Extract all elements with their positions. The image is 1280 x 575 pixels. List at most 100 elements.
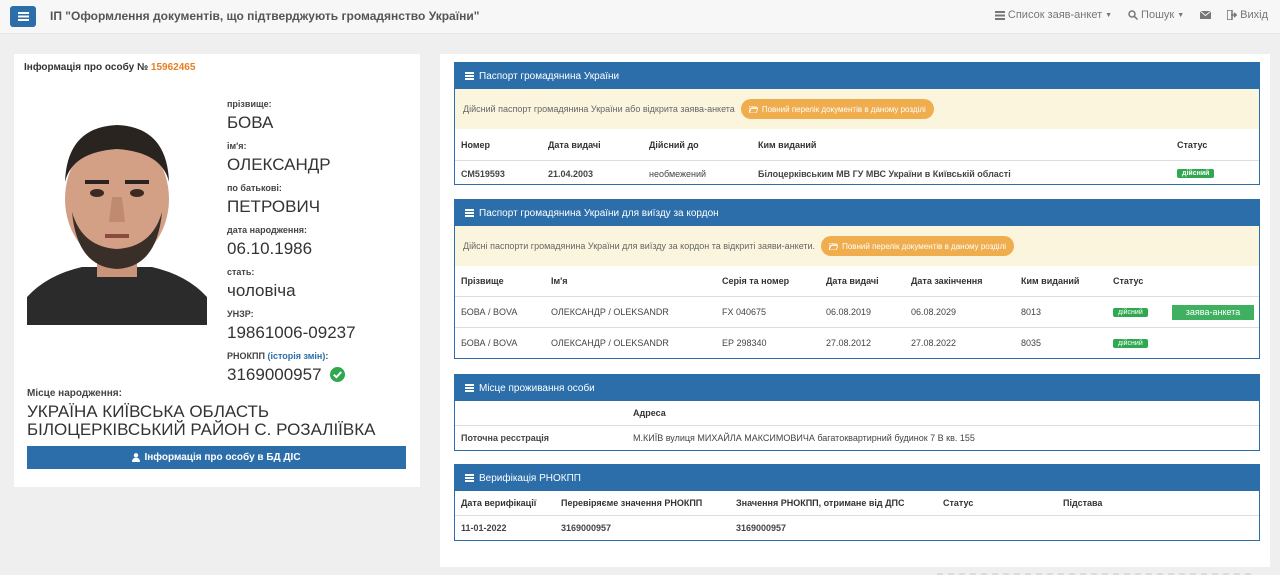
verification-panel-header: Верифікація РНОКПП bbox=[455, 465, 1259, 491]
envelope-icon bbox=[1200, 11, 1212, 19]
residence-panel-header: Місце проживання особи bbox=[455, 375, 1259, 401]
rnokpp-value: 3169000957 bbox=[227, 365, 322, 384]
dis-info-button[interactable]: Інформація про особу в БД ДІС bbox=[27, 446, 406, 469]
user-icon bbox=[132, 453, 141, 462]
cell-surname: БОВА / BOVA bbox=[461, 307, 518, 317]
col-status: Статус bbox=[1177, 139, 1208, 150]
residence-table-header: Адреса bbox=[455, 401, 1259, 426]
col-expiry-date: Дата закінчення bbox=[911, 276, 983, 286]
nav-logout-label: Вихід bbox=[1240, 9, 1268, 21]
nav-applications-dropdown[interactable]: Список заяв-анкет ▼ bbox=[994, 9, 1112, 21]
surname-value: БОВА bbox=[227, 113, 274, 132]
col-name: Ім'я bbox=[551, 276, 568, 286]
folder-open-icon bbox=[829, 242, 839, 250]
rnokpp-history-link[interactable]: (історія змін) bbox=[267, 351, 325, 361]
cell-valid-until: необмежений bbox=[649, 168, 707, 179]
col-issued-by: Ким виданий bbox=[758, 139, 817, 150]
col-dps-value: Значення РНОКПП, отримане від ДПС bbox=[736, 498, 905, 508]
cell-issued-by: 8013 bbox=[1021, 307, 1042, 317]
table-row: СМ519593 21.04.2003 необмежений Білоцерк… bbox=[455, 161, 1259, 186]
cell-name: ОЛЕКСАНДР / OLEKSANDR bbox=[551, 338, 669, 348]
cell-number: СМ519593 bbox=[461, 168, 505, 179]
passport-panel-header: Паспорт громадянина України bbox=[455, 63, 1259, 89]
passport-panel: Паспорт громадянина України Дійсний пасп… bbox=[454, 62, 1260, 185]
status-badge: дійсний bbox=[1113, 338, 1148, 348]
cell-issued-by: 8035 bbox=[1021, 338, 1042, 348]
status-badge: дійсний bbox=[1113, 307, 1148, 317]
foreign-passport-panel-header: Паспорт громадянина України для виїзду з… bbox=[455, 200, 1259, 226]
passport-notice: Дійсний паспорт громадянина України або … bbox=[455, 89, 1259, 129]
surname-label: прізвище: bbox=[227, 99, 272, 109]
col-status: Статус bbox=[1113, 276, 1144, 286]
list-icon bbox=[994, 10, 1005, 20]
cell-issued-by: Білоцерківським МВ ГУ МВС України в Київ… bbox=[758, 168, 1011, 179]
foreign-passport-notice: Дійсні паспорти громадянина України для … bbox=[455, 226, 1259, 266]
person-card: Інформація про особу № 15962465 прізвище… bbox=[14, 54, 420, 487]
col-checked-value: Перевіряєме значення РНОКПП bbox=[561, 498, 703, 508]
passport-docs-button[interactable]: Повний перелік документів в даному розді… bbox=[740, 99, 934, 119]
list-icon bbox=[465, 474, 474, 482]
logout-icon bbox=[1227, 10, 1238, 20]
passport-docs-button-label: Повний перелік документів в даному розді… bbox=[761, 104, 926, 114]
person-number: 15962465 bbox=[150, 62, 196, 73]
verification-panel-title: Верифікація РНОКПП bbox=[479, 472, 581, 484]
cell-issue-date: 21.04.2003 bbox=[548, 168, 594, 179]
unzr-value: 19861006-09237 bbox=[227, 323, 356, 342]
foreign-passport-table-header: Прізвище Ім'я Серія та номер Дата видачі… bbox=[455, 266, 1259, 297]
col-surname: Прізвище bbox=[461, 276, 504, 286]
nav-logout[interactable]: Вихід bbox=[1227, 9, 1268, 21]
col-issue-date: Дата видачі bbox=[826, 276, 879, 286]
patronymic-value: ПЕТРОВИЧ bbox=[227, 197, 321, 216]
list-icon bbox=[465, 72, 474, 80]
sex-label: стать: bbox=[227, 267, 255, 277]
birthdate-value: 06.10.1986 bbox=[227, 239, 313, 258]
cell-address: М.КИЇВ вулиця МИХАЙЛА МАКСИМОВИЧА багато… bbox=[633, 433, 975, 443]
residence-panel: Місце проживання особи Адреса Поточна ре… bbox=[454, 374, 1260, 451]
cell-status: дійсний bbox=[1113, 297, 1148, 327]
menu-toggle-button[interactable] bbox=[10, 6, 36, 27]
birthplace-value: УКРАЇНА КИЇВСЬКА ОБЛАСТЬ БІЛОЦЕРКІВСЬКИЙ… bbox=[27, 403, 417, 439]
cell-action: заява-анкета bbox=[1172, 297, 1254, 327]
cell-series-number: FX 040675 bbox=[722, 307, 767, 317]
person-fields: прізвище: БОВА ім'я: ОЛЕКСАНДР по батько… bbox=[227, 96, 417, 390]
sex-value: чоловіча bbox=[227, 281, 296, 300]
cell-issue-date: 06.08.2019 bbox=[826, 307, 872, 317]
list-icon bbox=[465, 384, 474, 392]
birthdate-label: дата народження: bbox=[227, 225, 308, 235]
foreign-passport-docs-button-label: Повний перелік документів в даному розді… bbox=[842, 241, 1007, 251]
rnokpp-label-row: РНОКПП (історія змін): bbox=[227, 351, 417, 362]
cell-name: ОЛЕКСАНДР / OLEKSANDR bbox=[551, 307, 669, 317]
verification-table-header: Дата верифікації Перевіряєме значення РН… bbox=[455, 491, 1259, 516]
foreign-passport-docs-button[interactable]: Повний перелік документів в даному розді… bbox=[821, 236, 1015, 256]
nav-messages[interactable] bbox=[1200, 9, 1212, 21]
cell-checked-value: 3169000957 bbox=[561, 523, 612, 533]
unzr-label: УНЗР: bbox=[227, 309, 254, 319]
table-row: БОВА / BOVA ОЛЕКСАНДР / OLEKSANDR ЕР 298… bbox=[455, 328, 1259, 358]
person-heading-prefix: Інформація про особу № bbox=[24, 62, 149, 73]
person-heading: Інформація про особу № 15962465 bbox=[24, 62, 195, 73]
nav-search-dropdown[interactable]: Пошук ▼ bbox=[1128, 9, 1184, 21]
name-value: ОЛЕКСАНДР bbox=[227, 155, 331, 174]
passport-panel-title: Паспорт громадянина України bbox=[479, 70, 620, 82]
patronymic-label: по батькові: bbox=[227, 183, 282, 193]
rnokpp-label: РНОКПП bbox=[227, 351, 265, 361]
col-number: Номер bbox=[461, 139, 491, 150]
cell-expiry-date: 06.08.2029 bbox=[911, 307, 957, 317]
check-circle-icon bbox=[330, 367, 346, 382]
table-row: Поточна ресстрація М.КИЇВ вулиця МИХАЙЛА… bbox=[455, 426, 1259, 450]
hamburger-icon bbox=[17, 12, 29, 21]
col-valid-until: Дійсний до bbox=[649, 139, 699, 150]
application-button[interactable]: заява-анкета bbox=[1172, 304, 1254, 320]
status-badge: дійсний bbox=[1177, 169, 1215, 178]
col-issued-by: Ким виданий bbox=[1021, 276, 1080, 286]
list-icon bbox=[465, 209, 474, 217]
folder-open-icon bbox=[748, 105, 758, 113]
passport-table-header: Номер Дата видачі Дійсний до Ким виданий… bbox=[455, 129, 1259, 161]
top-navbar: ІП "Оформлення документів, що підтверджу… bbox=[0, 0, 1280, 34]
caret-down-icon: ▼ bbox=[1177, 11, 1185, 19]
foreign-passport-notice-text: Дійсні паспорти громадянина України для … bbox=[463, 241, 816, 251]
birthplace-label: Місце народження: bbox=[27, 388, 122, 399]
cell-dps-value: 3169000957 bbox=[736, 523, 787, 533]
top-nav: Список заяв-анкет ▼ Пошук ▼ Вихід bbox=[994, 9, 1268, 21]
birthplace-line1: УКРАЇНА КИЇВСЬКА ОБЛАСТЬ bbox=[27, 402, 270, 421]
